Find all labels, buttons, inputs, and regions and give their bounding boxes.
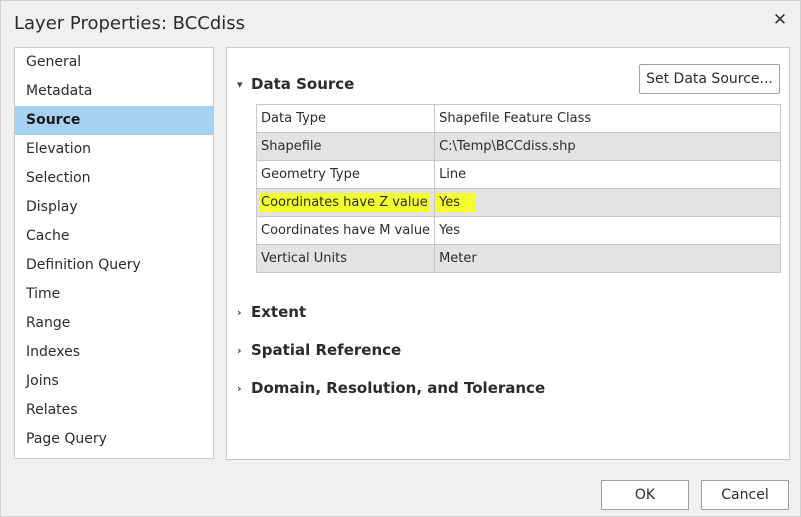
property-value: Meter <box>434 244 781 273</box>
sidebar-item-elevation[interactable]: Elevation <box>15 135 213 164</box>
set-data-source-button[interactable]: Set Data Source... <box>639 64 780 94</box>
sidebar-item-display[interactable]: Display <box>15 193 213 222</box>
property-value: Yes <box>434 216 781 245</box>
source-panel: ▾ Data Source Set Data Source... Data Ty… <box>226 47 790 460</box>
section-heading: Extent <box>251 303 307 321</box>
sidebar-item-source[interactable]: Source <box>15 106 213 135</box>
sidebar-item-joins[interactable]: Joins <box>15 367 213 396</box>
property-value-cell: Yes <box>434 188 781 217</box>
property-name: Geometry Type <box>255 160 436 189</box>
layer-properties-dialog: Layer Properties: BCCdiss ✕ General Meta… <box>0 0 801 517</box>
domain-resolution-tolerance-section-header[interactable]: › Domain, Resolution, and Tolerance <box>237 379 545 397</box>
extent-section-header[interactable]: › Extent <box>237 303 306 321</box>
sidebar-item-indexes[interactable]: Indexes <box>15 338 213 367</box>
table-row: Data Type Shapefile Feature Class <box>255 104 781 133</box>
property-value: C:\Temp\BCCdiss.shp <box>434 132 781 161</box>
table-row: Vertical Units Meter <box>255 244 781 273</box>
sidebar-item-cache[interactable]: Cache <box>15 222 213 251</box>
property-name: Data Type <box>255 104 436 133</box>
table-row: Coordinates have M value Yes <box>255 216 781 245</box>
section-heading: Data Source <box>251 75 355 93</box>
data-source-table: Data Type Shapefile Feature Class Shapef… <box>255 104 781 273</box>
chevron-right-icon: › <box>237 381 242 395</box>
property-name: Shapefile <box>255 132 436 161</box>
ok-button[interactable]: OK <box>601 480 689 510</box>
sidebar-item-definition-query[interactable]: Definition Query <box>15 251 213 280</box>
section-heading: Spatial Reference <box>251 341 402 359</box>
property-value: Line <box>434 160 781 189</box>
sidebar-item-range[interactable]: Range <box>15 309 213 338</box>
sidebar-item-metadata[interactable]: Metadata <box>15 77 213 106</box>
section-heading: Domain, Resolution, and Tolerance <box>251 379 546 397</box>
property-value: Shapefile Feature Class <box>434 104 781 133</box>
table-row: Shapefile C:\Temp\BCCdiss.shp <box>255 132 781 161</box>
sidebar: General Metadata Source Elevation Select… <box>14 47 214 459</box>
highlighted-property-name: Coordinates have Z value <box>261 195 428 210</box>
property-name-cell: Coordinates have Z value <box>255 188 436 217</box>
chevron-right-icon: › <box>237 343 242 357</box>
chevron-down-icon: ▾ <box>237 77 243 91</box>
dialog-title: Layer Properties: BCCdiss <box>14 13 246 34</box>
sidebar-item-relates[interactable]: Relates <box>15 396 213 425</box>
cancel-button[interactable]: Cancel <box>701 480 789 510</box>
close-icon[interactable]: ✕ <box>771 10 789 30</box>
property-name: Vertical Units <box>255 244 436 273</box>
data-source-section-header[interactable]: ▾ Data Source <box>237 75 354 93</box>
property-name: Coordinates have M value <box>255 216 436 245</box>
chevron-right-icon: › <box>237 305 242 319</box>
sidebar-item-page-query[interactable]: Page Query <box>15 425 213 454</box>
table-row: Geometry Type Line <box>255 160 781 189</box>
sidebar-item-general[interactable]: General <box>15 48 213 77</box>
table-row: Coordinates have Z value Yes <box>255 188 781 217</box>
sidebar-item-selection[interactable]: Selection <box>15 164 213 193</box>
highlighted-property-value: Yes <box>437 195 475 210</box>
spatial-reference-section-header[interactable]: › Spatial Reference <box>237 341 401 359</box>
sidebar-item-time[interactable]: Time <box>15 280 213 309</box>
